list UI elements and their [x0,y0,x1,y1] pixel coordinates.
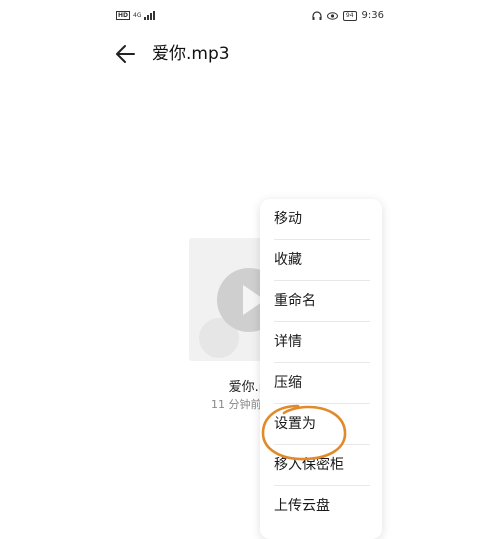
menu-item-label: 重命名 [274,293,316,309]
menu-item-label: 压缩 [274,375,302,391]
menu-item-label: 上传云盘 [274,498,330,514]
battery-icon: 94 [342,10,357,21]
status-right: 94 9:36 [312,10,384,21]
eye-icon [326,11,338,20]
menu-item-label: 收藏 [274,252,302,268]
back-arrow-icon[interactable] [114,42,138,66]
menu-item-details[interactable]: 详情 [260,322,382,363]
menu-item-rename[interactable]: 重命名 [260,281,382,322]
signal-icon [144,11,156,20]
menu-item-upload-cloud[interactable]: 上传云盘 [260,486,382,527]
page-title: 爱你.mp3 [152,44,230,64]
network-type: 4G [133,11,142,19]
menu-item-label: 移动 [274,211,302,227]
highlight-circle-annotation [261,404,347,461]
clock: 9:36 [361,10,384,21]
hd-badge: HD [116,11,131,20]
menu-item-label: 详情 [274,334,302,350]
headphones-icon [312,10,322,20]
status-left: HD 4G [116,11,156,20]
menu-item-move[interactable]: 移动 [260,199,382,240]
menu-item-compress[interactable]: 压缩 [260,363,382,404]
status-bar: HD 4G 94 9:36 [0,0,500,34]
context-menu: 移动 收藏 重命名 详情 压缩 设置为 移入保密柜 上传云盘 [260,199,382,539]
menu-item-favorite[interactable]: 收藏 [260,240,382,281]
